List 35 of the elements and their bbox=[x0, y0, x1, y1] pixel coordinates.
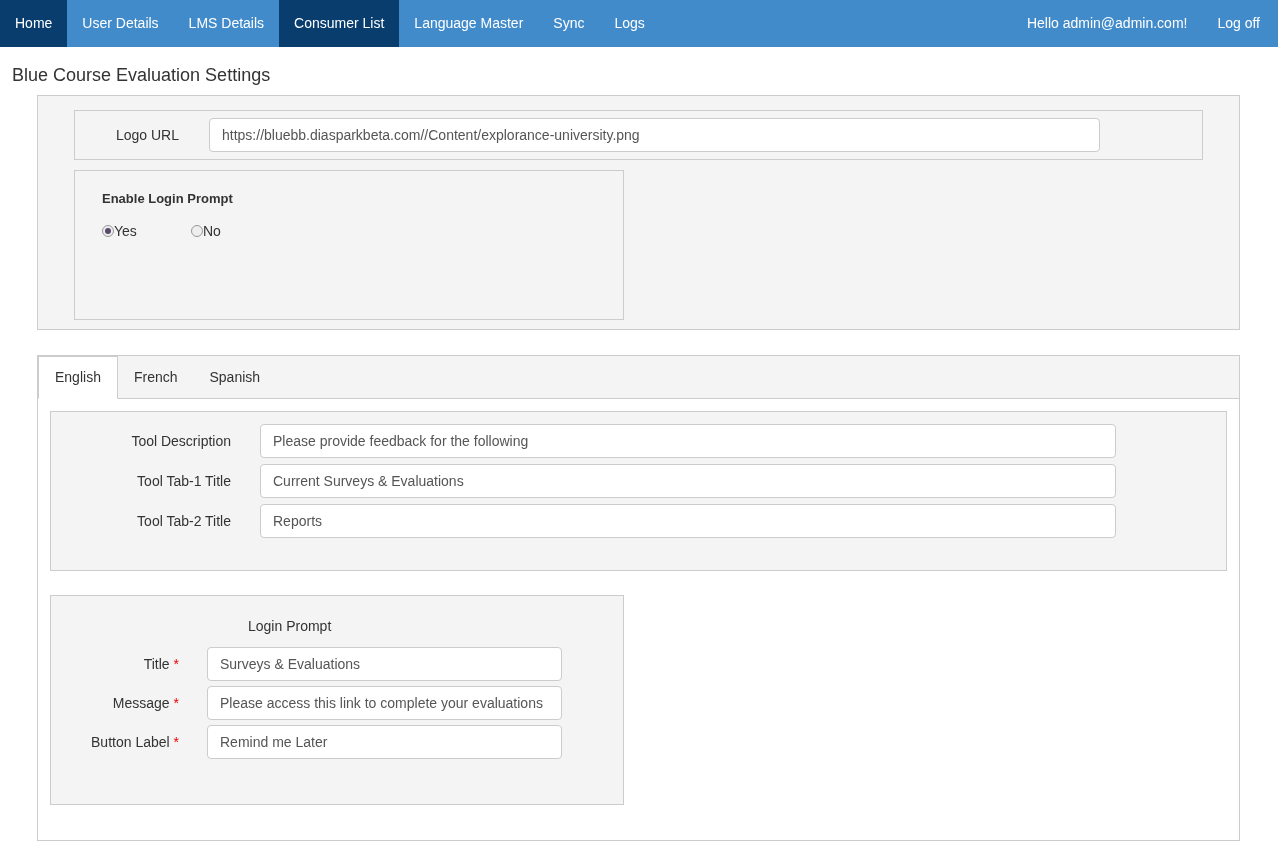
nav-link[interactable]: Consumer List bbox=[279, 0, 400, 47]
field-label: Tool Tab-1 Title bbox=[136, 471, 231, 491]
text-field[interactable]: Current Surveys & Evaluations bbox=[260, 464, 1116, 498]
field-label: Message * bbox=[111, 693, 179, 713]
nav-link[interactable]: Language Master bbox=[399, 0, 539, 47]
language-tab[interactable]: French bbox=[117, 356, 194, 398]
radio-label: Yes bbox=[114, 221, 137, 241]
radio-icon[interactable] bbox=[102, 225, 114, 237]
login-prompt-title: Login Prompt bbox=[248, 617, 333, 636]
logo-url-label: Logo URL bbox=[114, 125, 180, 145]
nav-link[interactable]: Logs bbox=[599, 0, 660, 47]
nav-link[interactable]: LMS Details bbox=[173, 0, 280, 47]
text-field[interactable]: Surveys & Evaluations bbox=[207, 647, 562, 681]
enable-login-prompt-label: Enable Login Prompt bbox=[102, 190, 234, 208]
field-label: Tool Tab-2 Title bbox=[136, 511, 231, 531]
text-field[interactable]: Remind me Later bbox=[207, 725, 562, 759]
radio-label: No bbox=[203, 221, 221, 241]
text-field[interactable]: Reports bbox=[260, 504, 1116, 538]
logo-url-field[interactable]: https://bluebb.diasparkbeta.com//Content/explorance-university.png bbox=[209, 118, 1100, 152]
log-off-link[interactable]: Log off bbox=[1202, 0, 1278, 47]
field-label: Tool Description bbox=[130, 431, 231, 451]
language-tab[interactable]: Spanish bbox=[193, 356, 277, 398]
text-field[interactable]: Please provide feedback for the following bbox=[260, 424, 1116, 458]
nav-link[interactable]: Sync bbox=[538, 0, 600, 47]
field-label: Title * bbox=[142, 654, 179, 674]
radio-option[interactable]: No bbox=[191, 220, 280, 242]
radio-option[interactable]: Yes bbox=[102, 220, 191, 242]
radio-icon[interactable] bbox=[191, 225, 203, 237]
field-label: Button Label * bbox=[90, 732, 179, 752]
page-title: Blue Course Evaluation Settings bbox=[12, 65, 272, 85]
language-tab[interactable]: English bbox=[38, 356, 118, 399]
nav-link[interactable]: User Details bbox=[67, 0, 174, 47]
nav-link[interactable]: Home bbox=[0, 0, 68, 47]
text-field[interactable]: Please access this link to complete your evaluations bbox=[207, 686, 562, 720]
greeting-text: Hello admin@admin.com! bbox=[1025, 14, 1189, 33]
